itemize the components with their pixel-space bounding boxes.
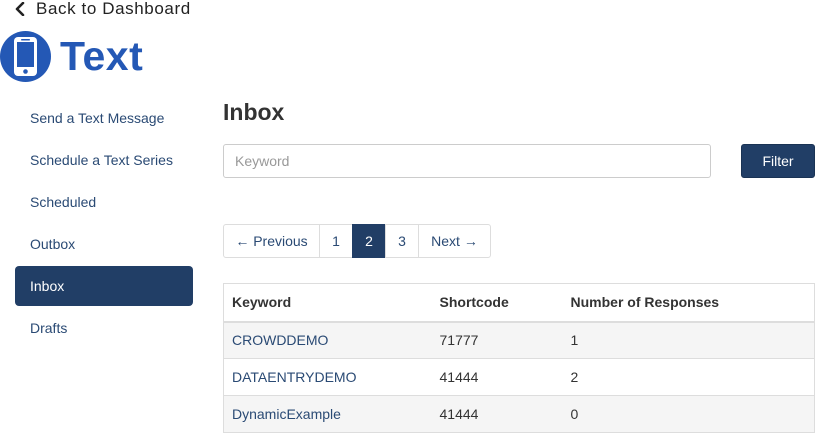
pagination: ← Previous 1 2 3 Next → bbox=[223, 224, 491, 258]
pagination-page-2[interactable]: 2 bbox=[352, 224, 386, 258]
sidebar-item-send-text[interactable]: Send a Text Message bbox=[15, 98, 193, 138]
keyword-search-input[interactable] bbox=[223, 144, 711, 178]
shortcode-cell: 71777 bbox=[431, 321, 563, 359]
back-to-dashboard-link[interactable]: Back to Dashboard bbox=[14, 0, 191, 18]
shortcode-cell: 41444 bbox=[431, 395, 563, 433]
table-row: DATAENTRYDEMO 41444 2 bbox=[223, 358, 815, 396]
sidebar-item-inbox[interactable]: Inbox bbox=[15, 266, 193, 306]
app-title: Text bbox=[60, 32, 144, 79]
keyword-link[interactable]: DynamicExample bbox=[223, 395, 432, 433]
pagination-previous[interactable]: ← Previous bbox=[223, 224, 320, 258]
column-header-responses: Number of Responses bbox=[562, 283, 815, 323]
pagination-page-1[interactable]: 1 bbox=[319, 224, 353, 258]
page-title: Inbox bbox=[223, 99, 285, 125]
sidebar-nav: Send a Text Message Schedule a Text Seri… bbox=[15, 98, 193, 350]
column-header-keyword: Keyword bbox=[223, 283, 432, 323]
shortcode-cell: 41444 bbox=[431, 358, 563, 396]
responses-cell: 1 bbox=[562, 321, 815, 359]
sidebar-item-schedule-series[interactable]: Schedule a Text Series bbox=[15, 140, 193, 180]
sidebar-item-drafts[interactable]: Drafts bbox=[15, 308, 193, 348]
pagination-page-3[interactable]: 3 bbox=[385, 224, 419, 258]
table-row: DynamicExample 41444 0 bbox=[223, 395, 815, 433]
phone-icon bbox=[0, 30, 51, 82]
sidebar-item-scheduled[interactable]: Scheduled bbox=[15, 182, 193, 222]
filter-button[interactable]: Filter bbox=[741, 144, 815, 178]
chevron-left-icon bbox=[15, 2, 25, 16]
sidebar-item-outbox[interactable]: Outbox bbox=[15, 224, 193, 264]
back-link-label: Back to Dashboard bbox=[36, 0, 191, 18]
responses-cell: 0 bbox=[562, 395, 815, 433]
brand-header: Text bbox=[0, 28, 143, 84]
inbox-table: Keyword Shortcode Number of Responses CR… bbox=[223, 283, 815, 433]
responses-cell: 2 bbox=[562, 358, 815, 396]
pagination-next[interactable]: Next → bbox=[418, 224, 491, 258]
table-row: CROWDDEMO 71777 1 bbox=[223, 321, 815, 359]
table-header-row: Keyword Shortcode Number of Responses bbox=[223, 283, 815, 323]
keyword-link[interactable]: DATAENTRYDEMO bbox=[223, 358, 432, 396]
keyword-link[interactable]: CROWDDEMO bbox=[223, 321, 432, 359]
column-header-shortcode: Shortcode bbox=[431, 283, 563, 323]
